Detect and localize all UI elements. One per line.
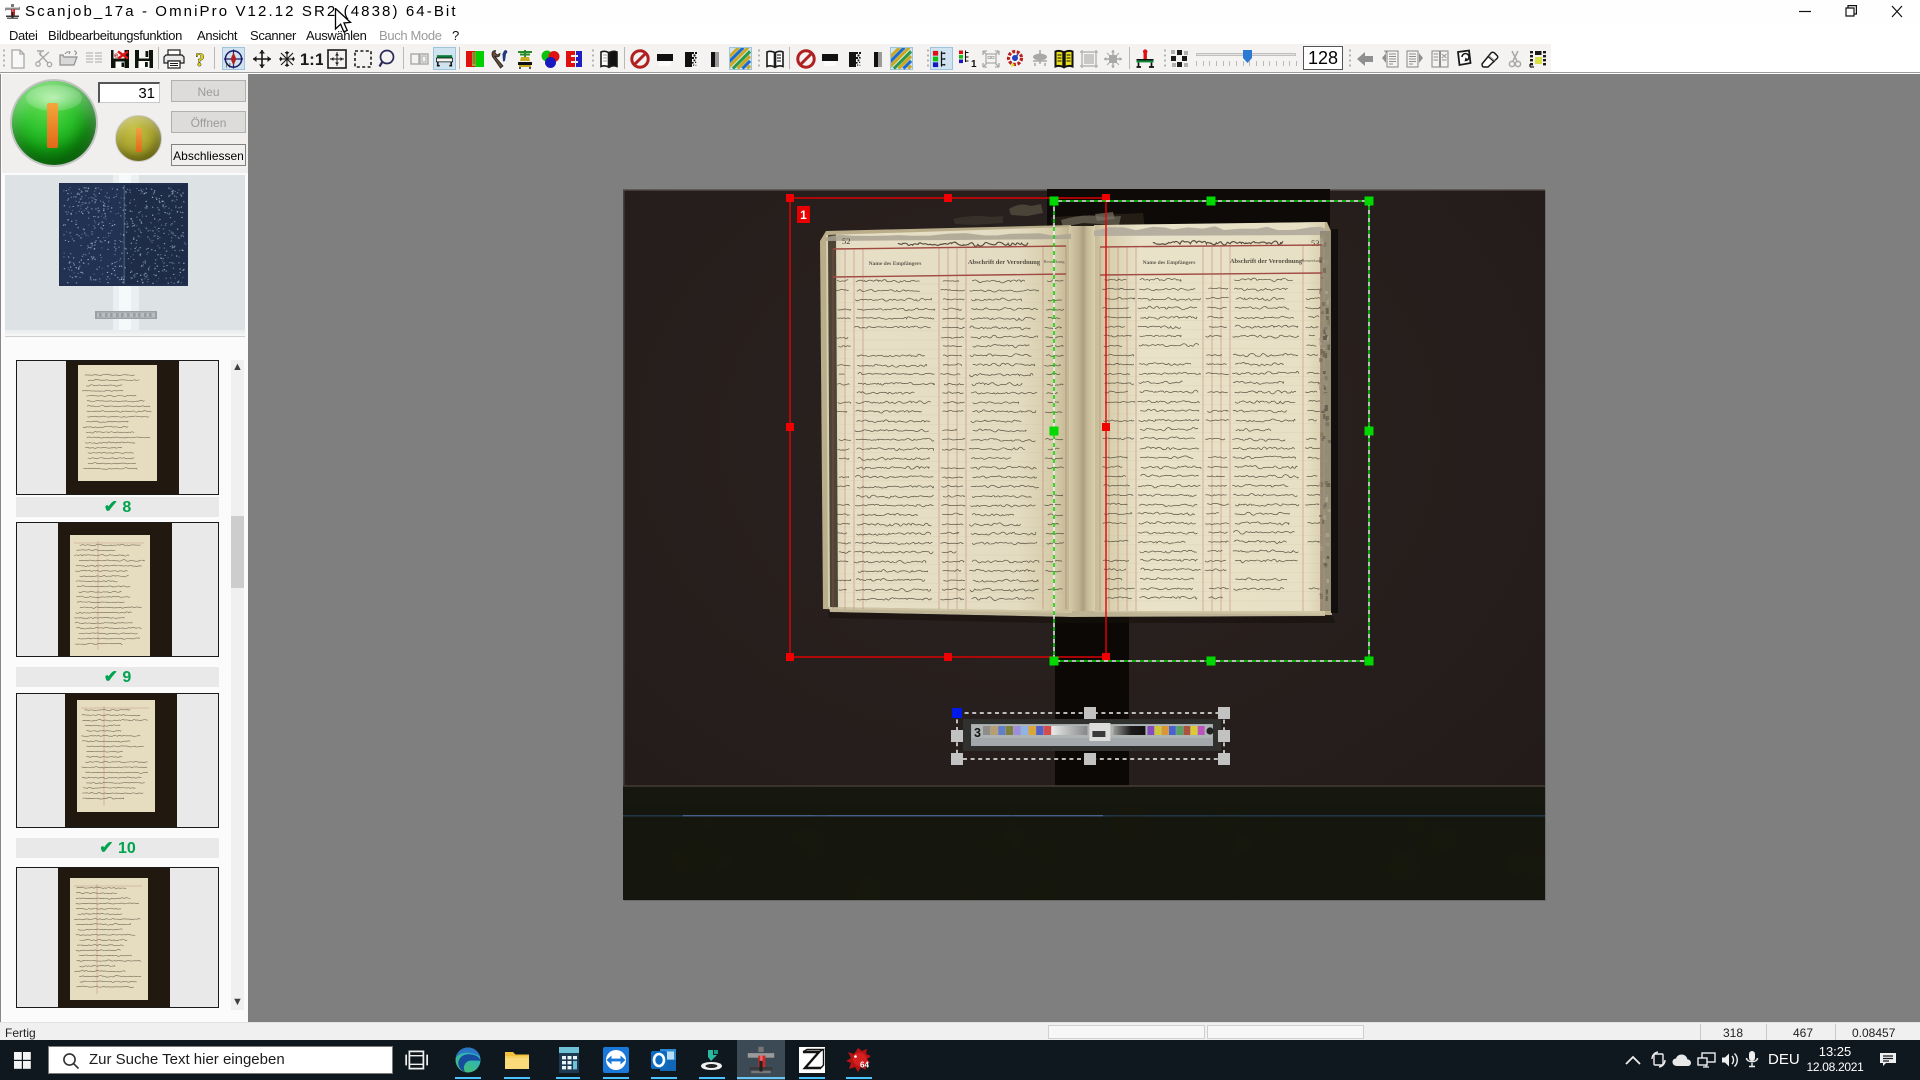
svg-text:Abschrift der Verordnung: Abschrift der Verordnung (1230, 258, 1303, 265)
svg-text:Name des Empfängers: Name des Empfängers (869, 261, 922, 267)
svg-text:3: 3 (974, 726, 981, 740)
svg-text:Name des Empfängers: Name des Empfängers (1143, 260, 1196, 266)
svg-text:53: 53 (1311, 238, 1320, 248)
svg-text:1: 1 (800, 208, 807, 222)
svg-text:52: 52 (842, 236, 851, 246)
svg-text:64: 64 (860, 1061, 869, 1070)
svg-text:Bemerkung: Bemerkung (1302, 258, 1324, 263)
svg-text:e: e (114, 50, 118, 59)
svg-text:Abschrift der Verordnung: Abschrift der Verordnung (968, 259, 1041, 266)
